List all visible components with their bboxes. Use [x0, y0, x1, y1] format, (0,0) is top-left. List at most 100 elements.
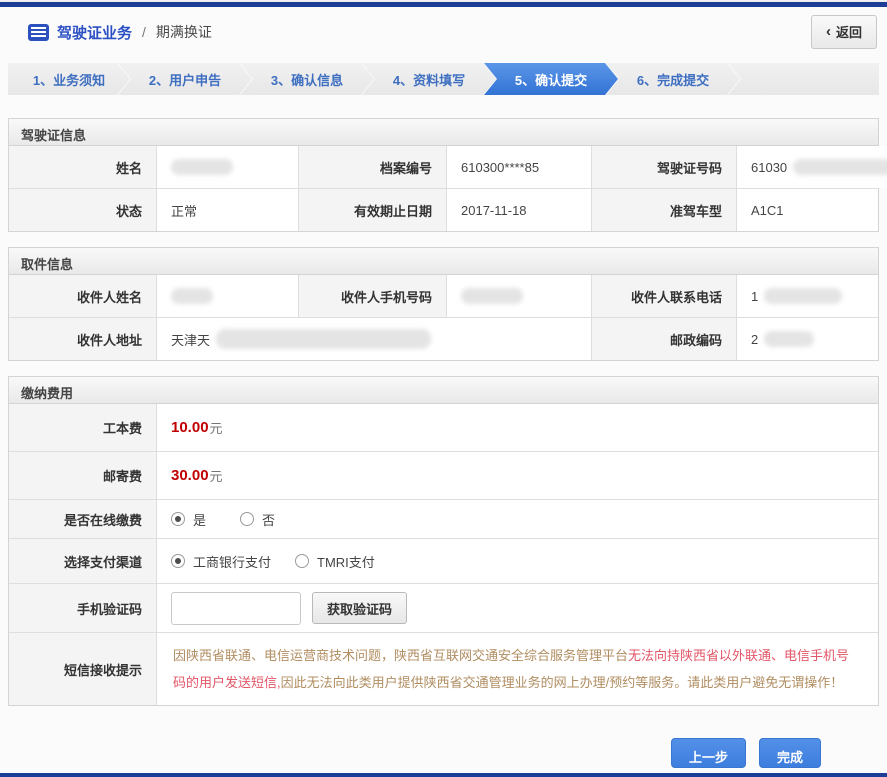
- online-payment-label: 是否在线缴费: [9, 500, 156, 538]
- payment-channel-label: 选择支付渠道: [9, 539, 156, 583]
- name-label: 姓名: [9, 146, 156, 188]
- address-partial: 天津天: [171, 332, 211, 348]
- notice-segment-1: 因陕西省联通、电信运营商技术问题，陕西省互联网交通安全综合服务管理平台: [173, 648, 629, 663]
- online-no-option[interactable]: 否: [240, 510, 275, 529]
- payment-section: 缴纳费用 工本费 10.00 元 邮寄费 30.00 元 是否在线缴费 是 否 …: [8, 376, 879, 706]
- page-title: 驾驶证业务: [57, 24, 133, 42]
- license-info-section: 驾驶证信息 姓名 档案编号 610300****85 驾驶证号码 61030 状…: [8, 118, 887, 232]
- verification-code-row: 手机验证码 获取验证码: [9, 583, 878, 632]
- recipient-tel-label: 收件人联系电话: [591, 275, 736, 317]
- status-value: 正常: [156, 189, 298, 231]
- step-2-declaration[interactable]: 2、用户申告: [118, 63, 252, 95]
- redacted-mobile: [461, 288, 523, 304]
- channel-tmri-option[interactable]: TMRI支付: [295, 552, 375, 571]
- expiry-label: 有效期止日期: [298, 189, 446, 231]
- recipient-address-label: 收件人地址: [9, 318, 156, 360]
- radio-unselected-icon[interactable]: [295, 554, 310, 568]
- work-fee-unit: 元: [209, 421, 223, 436]
- radio-selected-icon[interactable]: [171, 554, 185, 568]
- post-fee-row: 邮寄费 30.00 元: [9, 451, 878, 499]
- post-fee-unit: 元: [209, 469, 223, 484]
- page: 驾驶证业务 / 期满换证 ‹ 返回 1、业务须知 2、用户申告 3、确认信息 4…: [0, 2, 887, 777]
- license-no-value: 61030: [736, 146, 887, 188]
- form-list-icon: [28, 23, 49, 41]
- zip-code-label: 邮政编码: [591, 318, 736, 360]
- recipient-address-value: 天津天: [156, 318, 591, 360]
- breadcrumb: 驾驶证业务 / 期满换证: [28, 22, 212, 43]
- table-row: 状态 正常 有效期止日期 2017-11-18 准驾车型 A1C1: [9, 188, 878, 231]
- status-label: 状态: [9, 189, 156, 231]
- sms-notice-text: 因陕西省联通、电信运营商技术问题，陕西省互联网交通安全综合服务管理平台无法向持陕…: [156, 633, 878, 705]
- footer-actions: 上一步 完成: [8, 706, 879, 768]
- recipient-mobile-value: [446, 275, 591, 317]
- sms-notice-label: 短信接收提示: [9, 633, 156, 705]
- online-yes-option[interactable]: 是: [171, 510, 206, 529]
- file-no-value: 610300****85: [446, 146, 591, 188]
- work-fee-row: 工本费 10.00 元: [9, 404, 878, 451]
- redacted-recipient-name: [171, 288, 213, 304]
- post-fee-value-cell: 30.00 元: [156, 452, 878, 499]
- vehicle-type-value: A1C1: [736, 189, 878, 231]
- step-5-confirm-submit-active[interactable]: 5、确认提交: [484, 63, 618, 95]
- breadcrumb-divider: /: [142, 24, 146, 40]
- license-info-title: 驾驶证信息: [9, 119, 878, 146]
- post-fee-amount: 30.00: [171, 467, 209, 484]
- radio-selected-icon[interactable]: [171, 512, 185, 526]
- step-1-notice[interactable]: 1、业务须知: [8, 63, 130, 95]
- finish-button[interactable]: 完成: [758, 738, 821, 768]
- payment-channel-options: 工商银行支付 TMRI支付: [156, 539, 878, 583]
- online-yes-label: 是: [193, 512, 207, 528]
- tel-partial: 1: [751, 288, 759, 304]
- verification-code-label: 手机验证码: [9, 584, 156, 632]
- step-navigation: 1、业务须知 2、用户申告 3、确认信息 4、资料填写 5、确认提交 6、完成提…: [8, 63, 879, 95]
- step-4-fill-data[interactable]: 4、资料填写: [362, 63, 496, 95]
- recipient-name-value: [156, 275, 298, 317]
- redacted-zip: [764, 331, 815, 347]
- main-content: 驾驶证信息 姓名 档案编号 610300****85 驾驶证号码 61030 状…: [0, 118, 887, 768]
- back-button[interactable]: ‹ 返回: [810, 15, 877, 49]
- channel-icbc-label: 工商银行支付: [193, 554, 272, 570]
- verification-code-input[interactable]: [171, 591, 301, 625]
- online-payment-row: 是否在线缴费 是 否: [9, 499, 878, 538]
- header: 驾驶证业务 / 期满换证 ‹ 返回: [0, 7, 887, 55]
- redacted-license-no: [793, 159, 887, 175]
- license-no-label: 驾驶证号码: [591, 146, 736, 188]
- chevron-left-icon: ‹: [825, 23, 831, 40]
- step-3-confirm-info[interactable]: 3、确认信息: [240, 63, 374, 95]
- online-payment-options: 是 否: [156, 500, 878, 538]
- payment-channel-row: 选择支付渠道 工商银行支付 TMRI支付: [9, 538, 878, 583]
- work-fee-amount: 10.00: [171, 419, 209, 436]
- channel-tmri-label: TMRI支付: [317, 554, 375, 570]
- radio-unselected-icon[interactable]: [240, 512, 255, 526]
- table-row: 收件人姓名 收件人手机号码 收件人联系电话 1: [9, 275, 878, 317]
- step-bar-filler: [728, 63, 879, 95]
- redacted-name: [171, 159, 233, 175]
- pickup-info-section: 取件信息 收件人姓名 收件人手机号码 收件人联系电话 1 收件人地址 天津天 邮…: [8, 247, 879, 361]
- recipient-name-label: 收件人姓名: [9, 275, 156, 317]
- post-fee-label: 邮寄费: [9, 452, 156, 499]
- verification-code-cell: 获取验证码: [156, 584, 878, 632]
- sms-notice-row: 短信接收提示 因陕西省联通、电信运营商技术问题，陕西省互联网交通安全综合服务管理…: [9, 632, 878, 705]
- step-6-complete-submit[interactable]: 6、完成提交: [606, 63, 740, 95]
- channel-icbc-option[interactable]: 工商银行支付: [171, 552, 271, 571]
- recipient-tel-value: 1: [736, 275, 878, 317]
- zip-code-value: 2: [736, 318, 878, 360]
- expiry-value: 2017-11-18: [446, 189, 591, 231]
- notice-segment-3: 因此无法向此类用户提供陕西省交通管理业务的网上办理/预约等服务。请此类用户避免无…: [280, 675, 844, 690]
- table-row: 收件人地址 天津天 邮政编码 2: [9, 317, 878, 360]
- table-row: 姓名 档案编号 610300****85 驾驶证号码 61030: [9, 146, 887, 188]
- redacted-tel: [764, 288, 843, 304]
- online-no-label: 否: [262, 512, 276, 528]
- pickup-info-title: 取件信息: [9, 248, 878, 275]
- file-no-label: 档案编号: [298, 146, 446, 188]
- payment-title: 缴纳费用: [9, 377, 878, 404]
- license-no-partial: 61030: [751, 159, 788, 175]
- work-fee-value-cell: 10.00 元: [156, 404, 878, 451]
- page-subtitle: 期满换证: [155, 24, 212, 40]
- recipient-mobile-label: 收件人手机号码: [298, 275, 446, 317]
- work-fee-label: 工本费: [9, 404, 156, 451]
- previous-step-button[interactable]: 上一步: [670, 738, 746, 768]
- get-code-button[interactable]: 获取验证码: [312, 592, 408, 624]
- redacted-address: [216, 329, 432, 349]
- name-value: [156, 146, 298, 188]
